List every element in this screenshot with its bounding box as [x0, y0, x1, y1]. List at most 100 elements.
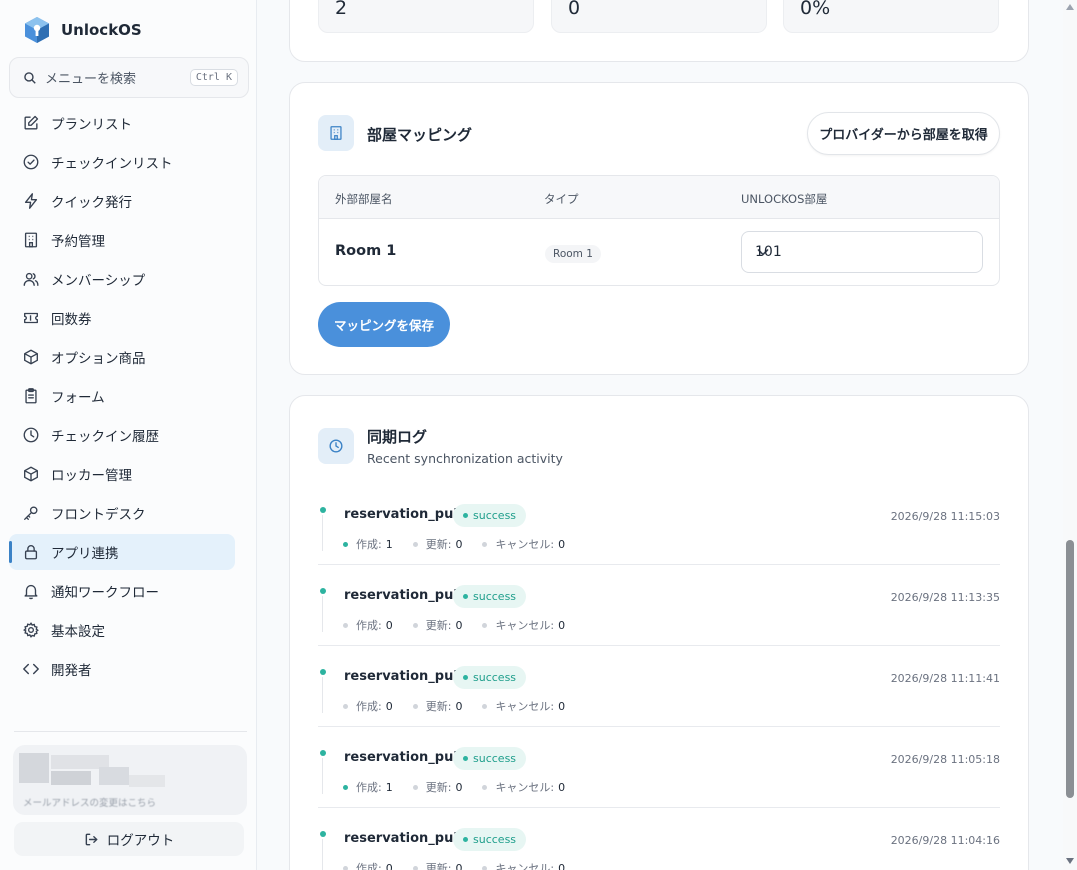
logo-icon — [25, 17, 49, 43]
search-icon — [24, 71, 36, 84]
sidebar-item-app-integration[interactable]: アプリ連携 — [9, 534, 235, 570]
updated-count: 更新: 0 — [412, 860, 462, 870]
external-room-name: Room 1 — [335, 243, 397, 259]
sidebar-item-reservations[interactable]: 予約管理 — [9, 222, 235, 258]
cancelled-value: 0 — [558, 699, 566, 713]
timeline-line — [322, 677, 323, 713]
redacted-email — [51, 771, 91, 785]
created-value: 0 — [385, 699, 393, 713]
sidebar-item-membership[interactable]: メンバーシップ — [9, 261, 235, 297]
log-entry: reservation_pull success 2026/9/28 11:13… — [318, 565, 1000, 646]
sidebar-item-label: フロントデスク — [51, 507, 146, 523]
created-dot — [343, 541, 348, 547]
log-entry: reservation_pull success 2026/9/28 11:05… — [318, 727, 1000, 808]
sidebar-item-lockers[interactable]: ロッカー管理 — [9, 456, 235, 492]
log-counts: 作成: 0 更新: 0 キャンセル: 0 — [343, 860, 585, 870]
stat-value: 0 — [568, 0, 581, 19]
created-count: 作成: 0 — [343, 617, 393, 633]
sidebar-item-basic-settings[interactable]: 基本設定 — [9, 612, 235, 648]
page-scrollbar[interactable] — [1063, 0, 1077, 870]
menu-search-input[interactable]: メニューを検索 Ctrl K — [9, 57, 249, 98]
sidebar: UnlockOS メニューを検索 Ctrl K プランリスト チェックインリスト… — [0, 0, 257, 870]
updated-label: 更新: — [425, 538, 452, 551]
ticket-icon — [24, 312, 38, 324]
room-type-badge: Room 1 — [545, 245, 601, 263]
logout-button[interactable]: ログアウト — [14, 822, 244, 856]
sidebar-item-forms[interactable]: フォーム — [9, 378, 235, 414]
log-entry: reservation_pull success 2026/9/28 11:15… — [318, 484, 1000, 565]
code-icon — [23, 663, 39, 675]
sidebar-item-plan-list[interactable]: プランリスト — [9, 105, 235, 141]
created-label: 作成: — [356, 781, 382, 794]
updated-value: 0 — [455, 699, 463, 713]
status-dot — [463, 675, 468, 680]
status-dot — [463, 594, 468, 599]
stat-box: 0% — [783, 0, 999, 33]
timeline-dot — [320, 507, 326, 513]
edit-icon — [24, 115, 39, 130]
log-timestamp: 2026/9/28 11:05:18 — [890, 753, 1000, 766]
log-timestamp: 2026/9/28 11:15:03 — [890, 510, 1000, 523]
sidebar-item-label: メンバーシップ — [51, 273, 146, 289]
user-profile-card[interactable]: メールアドレスの変更はこちら — [13, 745, 247, 815]
timeline-dot — [320, 588, 326, 594]
sidebar-item-developer[interactable]: 開発者 — [9, 651, 235, 687]
cancelled-dot — [482, 703, 488, 709]
fetch-rooms-button[interactable]: プロバイダーから部屋を取得 — [807, 112, 1000, 155]
sync-log-title: 同期ログ — [367, 428, 428, 446]
cancelled-value: 0 — [558, 780, 566, 794]
scrollbar-thumb[interactable] — [1066, 540, 1074, 798]
log-name: reservation_pull — [344, 750, 463, 765]
created-dot — [343, 703, 348, 709]
timeline-dot — [320, 669, 326, 675]
created-value: 0 — [385, 618, 393, 632]
created-value: 0 — [385, 861, 393, 870]
status-text: success — [473, 671, 517, 684]
unlockos-room-select[interactable]: 101 — [741, 231, 983, 273]
log-counts: 作成: 0 更新: 0 キャンセル: 0 — [343, 698, 585, 714]
sidebar-item-label: 開発者 — [51, 663, 92, 679]
sidebar-item-label: 予約管理 — [51, 234, 105, 250]
save-mapping-button[interactable]: マッピングを保存 — [318, 302, 450, 347]
sidebar-item-label: チェックインリスト — [51, 156, 173, 172]
scroll-down-arrow-icon[interactable] — [1066, 858, 1074, 864]
log-entry: reservation_pull success 2026/9/28 11:11… — [318, 646, 1000, 727]
scroll-up-arrow-icon[interactable] — [1066, 4, 1074, 10]
cancelled-count: キャンセル: 0 — [482, 536, 565, 552]
redacted-block — [129, 775, 165, 787]
sync-log-icon-box — [318, 428, 354, 464]
created-label: 作成: — [356, 619, 382, 632]
avatar — [19, 753, 49, 783]
log-counts: 作成: 0 更新: 0 キャンセル: 0 — [343, 617, 585, 633]
timeline-line — [322, 515, 323, 551]
clipboard-icon — [25, 388, 37, 404]
sidebar-item-checkin-list[interactable]: チェックインリスト — [9, 144, 235, 180]
sidebar-item-options[interactable]: オプション商品 — [9, 339, 235, 375]
search-shortcut: Ctrl K — [189, 69, 238, 86]
sidebar-item-coupons[interactable]: 回数券 — [9, 300, 235, 336]
updated-label: 更新: — [425, 862, 452, 870]
box-icon — [24, 349, 38, 365]
log-name: reservation_pull — [344, 831, 463, 846]
column-header: UNLOCKOS部屋 — [741, 192, 828, 206]
cancelled-label: キャンセル: — [495, 619, 555, 632]
sidebar-item-checkin-history[interactable]: チェックイン履歴 — [9, 417, 235, 453]
log-name: reservation_pull — [344, 669, 463, 684]
status-text: success — [473, 833, 517, 846]
room-mapping-title: 部屋マッピング — [367, 126, 473, 144]
timeline-line — [322, 596, 323, 632]
brand[interactable]: UnlockOS — [24, 15, 142, 45]
sidebar-item-label: クイック発行 — [51, 195, 132, 211]
sync-log-list: reservation_pull success 2026/9/28 11:15… — [318, 484, 1000, 870]
clock-icon — [23, 427, 39, 443]
sidebar-item-front-desk[interactable]: フロントデスク — [9, 495, 235, 531]
column-header: タイプ — [544, 192, 579, 206]
created-dot — [343, 622, 348, 628]
log-counts: 作成: 1 更新: 0 キャンセル: 0 — [343, 779, 585, 795]
updated-dot — [412, 865, 418, 870]
created-label: 作成: — [356, 700, 382, 713]
sidebar-item-quick-issue[interactable]: クイック発行 — [9, 183, 235, 219]
updated-dot — [412, 784, 418, 790]
created-count: 作成: 0 — [343, 698, 393, 714]
sidebar-item-notification-workflow[interactable]: 通知ワークフロー — [9, 573, 235, 609]
